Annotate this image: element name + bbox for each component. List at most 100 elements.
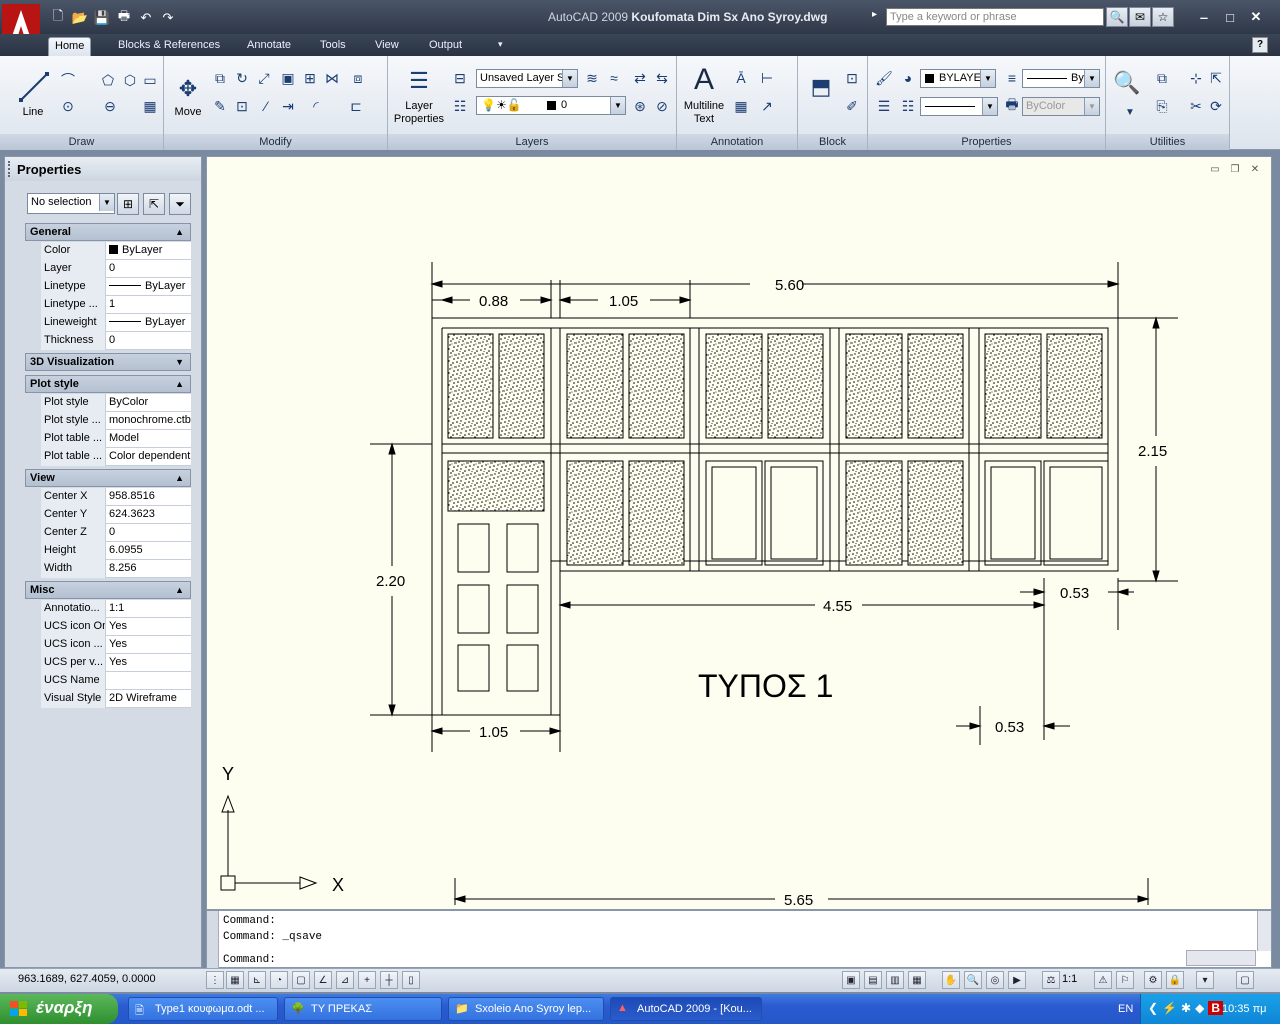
- property-row[interactable]: Center Z0: [41, 524, 191, 542]
- grid-icon[interactable]: ▦: [226, 971, 244, 989]
- expand-icon[interactable]: ▼: [175, 357, 184, 367]
- otrack-icon[interactable]: ∠: [314, 971, 332, 989]
- undo-icon[interactable]: ↶: [136, 8, 156, 28]
- property-row[interactable]: Thickness 0: [41, 332, 191, 350]
- rotate-icon[interactable]: ↻: [232, 68, 252, 88]
- linetype-combo[interactable]: ByL ▼: [1022, 69, 1100, 88]
- select-icon[interactable]: ⇱: [1206, 68, 1226, 88]
- ducs-icon[interactable]: ⊿: [336, 971, 354, 989]
- favorites-star-icon[interactable]: ☆: [1152, 7, 1174, 27]
- ellipse-icon[interactable]: ⊖: [100, 96, 120, 116]
- mirror-icon[interactable]: ⋈: [322, 68, 342, 88]
- offset-icon[interactable]: ⧈: [348, 68, 368, 88]
- annotation-panel-title[interactable]: Annotation: [677, 134, 797, 150]
- utilities-panel-title[interactable]: Utilities: [1106, 134, 1229, 150]
- extend-icon[interactable]: ⇥: [278, 96, 298, 116]
- restore-icon[interactable]: ❐: [1228, 164, 1242, 176]
- collapse-icon[interactable]: ▲: [175, 473, 184, 483]
- trim-icon[interactable]: ⁄: [256, 96, 276, 116]
- measure-icon[interactable]: ⟳: [1206, 96, 1226, 116]
- help-icon[interactable]: ?: [1252, 37, 1268, 53]
- move-icon[interactable]: ✥: [176, 74, 200, 104]
- property-row[interactable]: Width 8.256: [41, 560, 191, 578]
- chevron-down-icon[interactable]: ▼: [610, 97, 625, 114]
- plot-style-icon[interactable]: 🖶: [1002, 96, 1022, 116]
- list-properties-icon[interactable]: ☰: [874, 96, 894, 116]
- layer-unisolate-icon[interactable]: ⇆: [652, 68, 672, 88]
- model-space-icon[interactable]: ▣: [842, 971, 860, 989]
- linetype-icon[interactable]: ☷: [898, 96, 918, 116]
- coordinates-readout[interactable]: 963.1689, 627.4059, 0.0000: [18, 973, 156, 985]
- lineweight-combo[interactable]: ▼: [920, 97, 998, 116]
- lineweight-toggle-icon[interactable]: ┼: [380, 971, 398, 989]
- save-icon[interactable]: 💾: [92, 8, 112, 28]
- collapse-icon[interactable]: ▲: [175, 585, 184, 595]
- tab-output[interactable]: Output: [423, 37, 468, 56]
- explode-icon[interactable]: ⊡: [232, 96, 252, 116]
- create-block-icon[interactable]: ⊡: [842, 68, 862, 88]
- maximize-icon[interactable]: □: [1222, 8, 1238, 26]
- property-row[interactable]: Lineweight ByLayer: [41, 314, 191, 332]
- layer-properties-label[interactable]: Layer Properties: [392, 100, 446, 126]
- ribbon-minimize-icon[interactable]: ▾: [492, 37, 509, 56]
- osnap-icon[interactable]: ▢: [292, 971, 310, 989]
- single-line-text-icon[interactable]: Ā: [731, 68, 751, 88]
- property-row[interactable]: UCS per v... Yes: [41, 654, 191, 672]
- close-icon[interactable]: ✕: [1248, 8, 1264, 26]
- zoom-icon[interactable]: 🔍: [1112, 68, 1142, 98]
- select-objects-icon[interactable]: ⇱: [143, 193, 165, 215]
- property-row[interactable]: Plot table ... Model: [41, 430, 191, 448]
- polygon-icon[interactable]: ⬠: [98, 70, 118, 90]
- network-icon[interactable]: ⚡: [1162, 1001, 1177, 1015]
- command-line[interactable]: Command: Command: _qsave Command:: [206, 910, 1272, 969]
- paste-icon[interactable]: ⧉: [1152, 68, 1172, 88]
- property-row[interactable]: Annotatio... 1:1: [41, 600, 191, 618]
- workspace-switching-icon[interactable]: ⚙: [1144, 971, 1162, 989]
- property-row[interactable]: Plot style ... monochrome.ctb: [41, 412, 191, 430]
- property-row[interactable]: Linetype ByLayer: [41, 278, 191, 296]
- open-file-icon[interactable]: 📂: [70, 8, 90, 28]
- chevron-down-icon[interactable]: ▼: [982, 98, 997, 115]
- layout-icon[interactable]: ▤: [864, 971, 882, 989]
- layer-previous-icon[interactable]: ≋: [582, 68, 602, 88]
- hatch-icon[interactable]: ▦: [140, 96, 160, 116]
- section-view[interactable]: View ▲: [25, 469, 191, 487]
- erase-icon[interactable]: ✎: [210, 96, 230, 116]
- toolbar-lock-icon[interactable]: 🔒: [1166, 971, 1184, 989]
- chevron-down-icon[interactable]: ▼: [1084, 70, 1099, 87]
- chevron-down-icon[interactable]: ▼: [980, 70, 995, 87]
- property-row[interactable]: Center Y 624.3623: [41, 506, 191, 524]
- security-icon[interactable]: ◆: [1195, 1001, 1204, 1015]
- multiline-text-icon[interactable]: A: [689, 63, 719, 96]
- leader-icon[interactable]: ↗: [757, 96, 777, 116]
- plot-style-combo[interactable]: ByColor ▼: [1022, 97, 1100, 116]
- taskbar-item-autocad[interactable]: ▲ AutoCAD 2009 - [Kou...: [610, 997, 762, 1021]
- layers-panel-title[interactable]: Layers: [388, 134, 676, 150]
- table-icon[interactable]: ▦: [731, 96, 751, 116]
- polar-icon[interactable]: ◔: [270, 971, 288, 989]
- command-prompt[interactable]: Command:: [223, 954, 276, 966]
- property-row[interactable]: Plot style ByColor: [41, 394, 191, 412]
- layer-properties-icon[interactable]: ☰: [404, 66, 434, 96]
- steering-wheel-icon[interactable]: ◎: [986, 971, 1004, 989]
- tab-blocks-references[interactable]: Blocks & References: [112, 37, 226, 56]
- insert-block-icon[interactable]: ⬒: [806, 72, 836, 102]
- make-current-icon[interactable]: ⊛: [630, 96, 650, 116]
- property-row[interactable]: UCS icon On Yes: [41, 618, 191, 636]
- fillet-icon[interactable]: ◜: [306, 96, 326, 116]
- move-button-label[interactable]: Move: [170, 106, 206, 118]
- quick-view-drawings-icon[interactable]: ▦: [908, 971, 926, 989]
- color-combo[interactable]: BYLAYER ▼: [920, 69, 996, 88]
- new-file-icon[interactable]: 🗋: [48, 8, 68, 28]
- color-wheel-icon[interactable]: ◕: [898, 68, 918, 88]
- drawing-canvas[interactable]: 5.60 0.88 1.05 2.15 2.20 1.05 4.55 0.53 …: [206, 156, 1272, 910]
- scale-icon[interactable]: ⤢: [254, 68, 274, 88]
- block-panel-title[interactable]: Block: [798, 134, 867, 150]
- quick-select-filter-icon[interactable]: ⏷: [169, 193, 191, 215]
- layer-off-icon[interactable]: ⊘: [652, 96, 672, 116]
- layer-walk-icon[interactable]: ☷: [450, 96, 470, 116]
- property-row[interactable]: Color ByLayer: [41, 242, 191, 260]
- properties-panel-title[interactable]: Properties: [868, 134, 1105, 150]
- section-plot-style[interactable]: Plot style ▲: [25, 375, 191, 393]
- pan-icon[interactable]: ✋: [942, 971, 960, 989]
